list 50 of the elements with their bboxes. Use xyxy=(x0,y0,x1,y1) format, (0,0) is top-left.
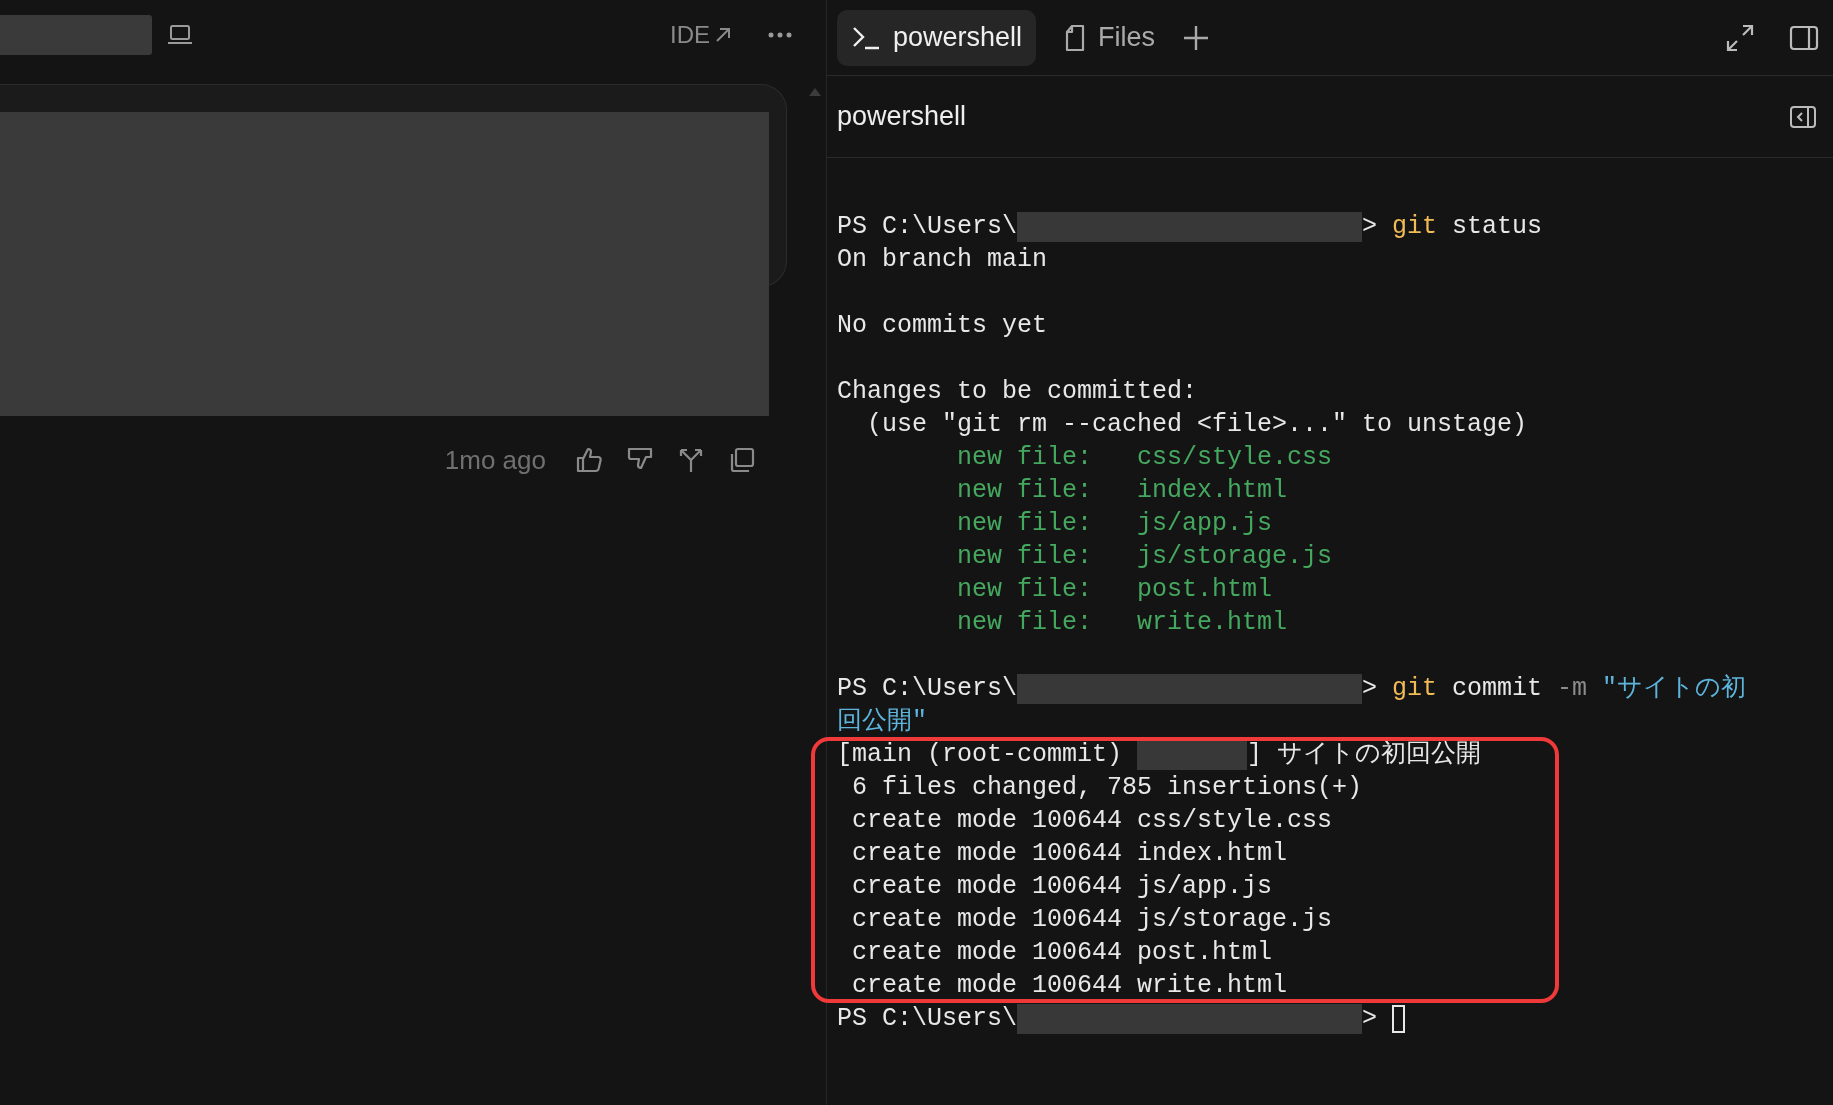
terminal-icon xyxy=(851,24,881,51)
terminal-text: create mode 100644 js/app.js xyxy=(851,871,1273,903)
terminal-text: "サイトの初 xyxy=(1601,673,1747,705)
plus-icon[interactable] xyxy=(1183,24,1210,51)
terminal-text: new file: index.html xyxy=(956,475,1288,507)
laptop-icon[interactable] xyxy=(166,23,194,47)
terminal-text: create mode 100644 js/storage.js xyxy=(851,904,1333,936)
sidebar-icon[interactable] xyxy=(1789,24,1819,51)
collapse-panel-icon[interactable] xyxy=(1789,104,1817,129)
timestamp: 1mo ago xyxy=(444,444,546,476)
terminal-text: new file: write.html xyxy=(956,607,1288,639)
terminal-text: No commits yet xyxy=(837,310,1048,342)
panel-title: powershell xyxy=(837,101,968,132)
terminal-tab[interactable]: powershell xyxy=(837,9,1037,66)
files-tab[interactable]: Files xyxy=(1050,9,1170,66)
terminal-text: create mode 100644 write.html xyxy=(851,970,1288,1002)
terminal-text: PS C:\Users\ xyxy=(837,673,1018,705)
terminal-text: create mode 100644 post.html xyxy=(851,937,1273,969)
terminal-text: (use "git rm --cached <file>..." to unstage) xyxy=(866,409,1528,441)
terminal-text: ] サイトの初回公開 xyxy=(1247,739,1482,771)
branch-icon[interactable] xyxy=(677,446,705,474)
terminal-text: On branch main xyxy=(837,244,1048,276)
terminal-text: new file: post.html xyxy=(956,574,1273,606)
terminal-text: > xyxy=(1362,1003,1379,1035)
terminal-text: commit xyxy=(1451,673,1544,705)
terminal-text: create mode 100644 css/style.css xyxy=(851,805,1333,837)
terminal-text: 6 files changed, 785 insertions(+) xyxy=(851,772,1363,804)
terminal-text: create mode 100644 index.html xyxy=(851,838,1288,870)
external-arrow-icon xyxy=(714,26,732,44)
terminal-text: -m xyxy=(1557,673,1588,705)
terminal-text: new file: js/storage.js xyxy=(956,541,1333,573)
more-icon[interactable] xyxy=(768,32,792,38)
terminal-text: new file: css/style.css xyxy=(956,442,1333,474)
file-icon xyxy=(1064,23,1087,52)
terminal-text: status xyxy=(1451,211,1543,243)
terminal-text: new file: js/app.js xyxy=(956,508,1273,540)
terminal-text: 回公開" xyxy=(837,706,927,738)
terminal-text: > xyxy=(1362,211,1379,243)
text-cursor xyxy=(1392,1004,1406,1033)
expand-icon[interactable] xyxy=(1725,22,1755,53)
terminal-text: git xyxy=(1392,211,1438,243)
terminal-text: PS C:\Users\ xyxy=(837,1003,1018,1035)
thumbs-up-icon[interactable] xyxy=(575,446,603,474)
terminal-text: PS C:\Users\ xyxy=(837,211,1018,243)
ide-link[interactable]: IDE xyxy=(670,21,732,49)
copy-icon[interactable] xyxy=(728,446,756,474)
terminal-text: git xyxy=(1392,673,1438,705)
terminal-text: > xyxy=(1362,673,1379,705)
terminal-text: [main (root-commit) xyxy=(837,739,1124,771)
terminal-text: Changes to be committed: xyxy=(837,376,1198,408)
